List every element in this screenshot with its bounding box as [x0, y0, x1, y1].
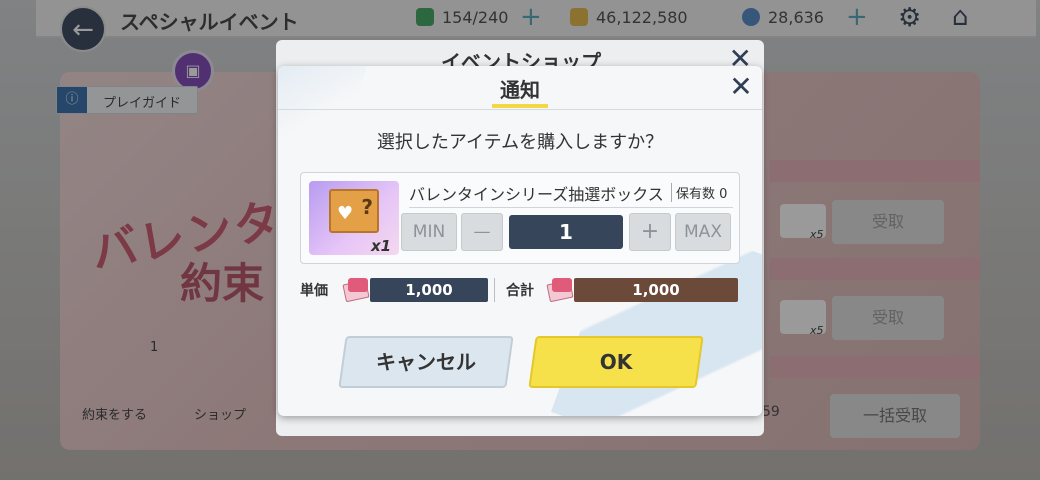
item-divider [409, 207, 733, 208]
decrement-button[interactable]: — [461, 213, 503, 251]
unit-price-value: 1,000 [370, 278, 488, 302]
question-mark-icon: ? [361, 195, 373, 219]
dialog-title: 通知 [500, 78, 540, 102]
min-button[interactable]: MIN [401, 213, 457, 251]
price-separator [494, 278, 495, 302]
thumbnail-quantity: x1 [371, 237, 392, 255]
owned-count: 保有数 0 [671, 183, 727, 202]
total-price-value: 1,000 [574, 278, 738, 302]
close-icon[interactable]: ✕ [724, 70, 758, 104]
ok-button[interactable]: OK [528, 336, 704, 388]
mystery-box-icon: ♥ ? [329, 189, 379, 233]
cancel-button-label: キャンセル [376, 350, 476, 374]
item-card: ♥ ? x1 バレンタインシリーズ抽選ボックス 保有数 0 MIN — 1 + … [300, 172, 740, 264]
purchase-confirm-dialog: 通知 ✕ 選択したアイテムを購入しますか？ ♥ ? x1 バレンタインシリーズ抽… [278, 66, 762, 416]
ok-button-label: OK [599, 350, 633, 374]
unit-price-row: 単価 1,000 [300, 276, 490, 304]
title-divider [278, 109, 762, 110]
total-price-row: 合計 1,000 [506, 276, 742, 304]
ticket-icon [546, 276, 576, 304]
cancel-button[interactable]: キャンセル [338, 336, 514, 388]
item-name: バレンタインシリーズ抽選ボックス [409, 185, 664, 204]
ticket-icon [342, 276, 372, 304]
item-thumbnail: ♥ ? x1 [309, 181, 399, 255]
increment-button[interactable]: + [629, 213, 671, 251]
total-price-label: 合計 [506, 283, 534, 299]
quantity-value: 1 [509, 215, 623, 249]
max-button[interactable]: MAX [675, 213, 731, 251]
confirm-question: 選択したアイテムを購入しますか？ [376, 132, 664, 153]
heart-icon: ♥ [337, 203, 354, 224]
unit-price-label: 単価 [300, 283, 328, 299]
title-underline [492, 104, 548, 108]
